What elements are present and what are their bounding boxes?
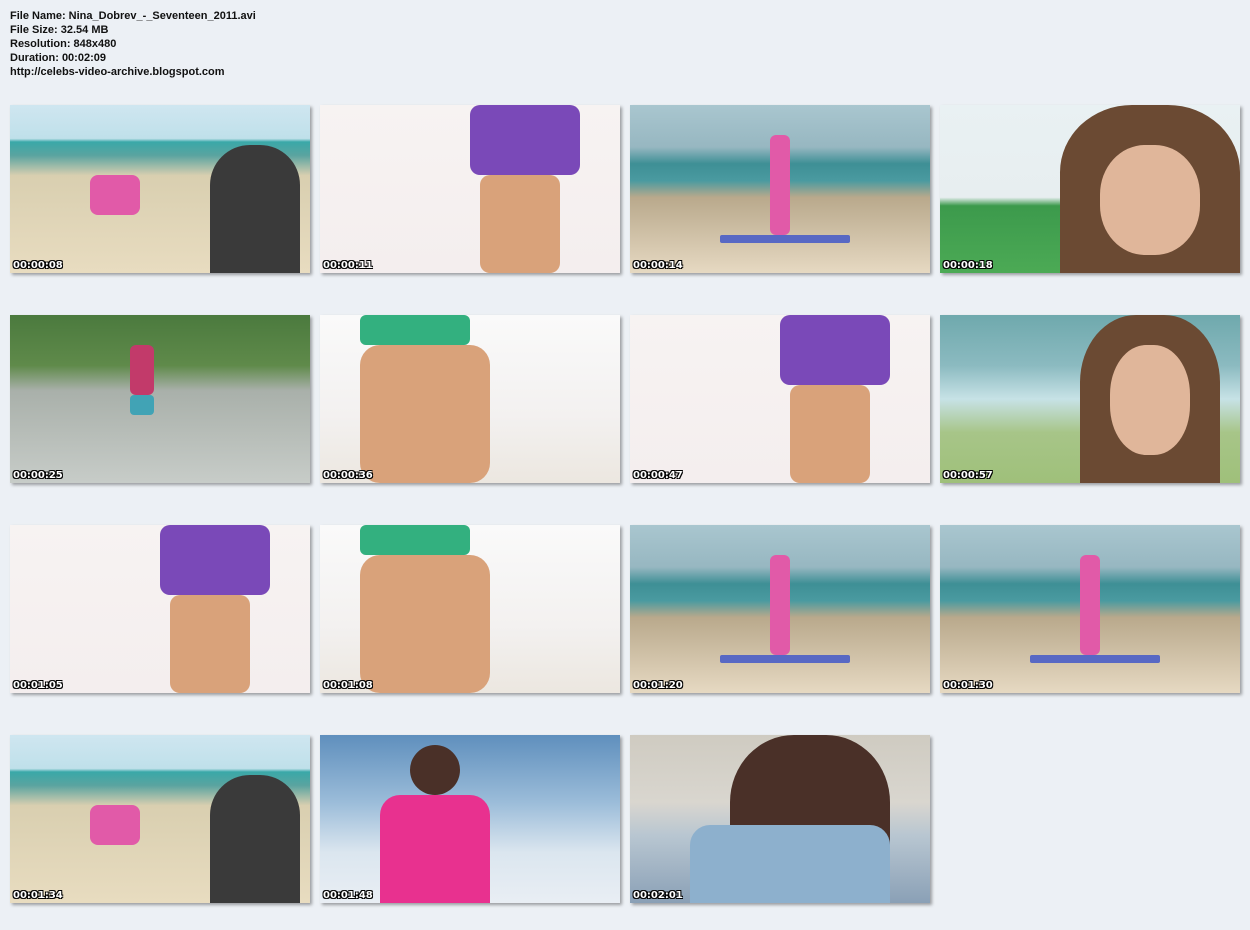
- scene-figure-shape: [780, 315, 890, 385]
- video-thumbnail[interactable]: 00:00:25: [10, 315, 310, 483]
- video-thumbnail[interactable]: 00:02:01: [630, 735, 930, 903]
- scene-figure-shape: [1080, 555, 1100, 655]
- thumbnail-image: [630, 315, 930, 483]
- thumbnail-timestamp: 00:01:08: [323, 680, 373, 691]
- thumbnail-image: [320, 315, 620, 483]
- thumbnail-timestamp: 00:01:48: [323, 890, 373, 901]
- video-thumbnail[interactable]: 00:01:05: [10, 525, 310, 693]
- scene-figure-shape: [480, 175, 560, 273]
- scene-figure-shape: [360, 345, 490, 483]
- scene-figure-shape: [360, 525, 470, 555]
- scene-figure-shape: [1030, 655, 1160, 663]
- scene-figure-shape: [210, 775, 300, 903]
- thumbnail-timestamp: 00:01:30: [943, 680, 993, 691]
- thumbnail-image: [10, 105, 310, 273]
- scene-figure-shape: [90, 175, 140, 215]
- scene-figure-shape: [130, 345, 154, 395]
- scene-figure-shape: [770, 135, 790, 235]
- scene-figure-shape: [720, 655, 850, 663]
- thumbnail-timestamp: 00:00:11: [323, 260, 373, 271]
- thumbnail-image: [10, 525, 310, 693]
- video-thumbnail[interactable]: 00:00:36: [320, 315, 620, 483]
- video-thumbnail[interactable]: 00:01:48: [320, 735, 620, 903]
- video-thumbnail[interactable]: 00:00:18: [940, 105, 1240, 273]
- video-thumbnail[interactable]: 00:01:20: [630, 525, 930, 693]
- scene-figure-shape: [210, 145, 300, 273]
- thumbnail-timestamp: 00:01:34: [13, 890, 63, 901]
- scene-figure-shape: [690, 825, 890, 903]
- scene-figure-shape: [360, 555, 490, 693]
- scene-figure-shape: [380, 795, 490, 903]
- video-thumbnail[interactable]: 00:00:57: [940, 315, 1240, 483]
- thumbnail-image: [10, 315, 310, 483]
- thumbnail-image: [940, 105, 1240, 273]
- thumbnail-timestamp: 00:01:20: [633, 680, 683, 691]
- thumbnail-image: [630, 525, 930, 693]
- thumbnail-image: [630, 735, 930, 903]
- thumbnail-timestamp: 00:00:25: [13, 470, 63, 481]
- scene-figure-shape: [360, 315, 470, 345]
- scene-figure-shape: [90, 805, 140, 845]
- thumbnail-grid: 00:00:08 00:00:11 00:00:14 00:00:18 00:00:25…: [10, 105, 1240, 903]
- thumbnail-timestamp: 00:00:14: [633, 260, 683, 271]
- file-info-panel: File Name: Nina_Dobrev_-_Seventeen_2011.…: [10, 9, 256, 79]
- thumbnail-timestamp: 00:00:18: [943, 260, 993, 271]
- resolution-text: Resolution: 848x480: [10, 38, 117, 50]
- scene-figure-shape: [470, 105, 580, 175]
- thumbnail-timestamp: 00:02:01: [633, 890, 683, 901]
- thumbnail-image: [10, 735, 310, 903]
- video-thumbnail[interactable]: 00:00:47: [630, 315, 930, 483]
- video-thumbnail[interactable]: 00:01:08: [320, 525, 620, 693]
- thumbnail-timestamp: 00:00:36: [323, 470, 373, 481]
- scene-figure-shape: [130, 395, 154, 415]
- thumbnail-timestamp: 00:00:47: [633, 470, 683, 481]
- thumbnail-image: [940, 315, 1240, 483]
- video-thumbnail[interactable]: 00:00:14: [630, 105, 930, 273]
- scene-figure-shape: [770, 555, 790, 655]
- duration-text: Duration: 00:02:09: [10, 52, 106, 64]
- thumbnail-image: [630, 105, 930, 273]
- file-name-text: File Name: Nina_Dobrev_-_Seventeen_2011.…: [10, 10, 256, 22]
- thumbnail-timestamp: 00:01:05: [13, 680, 63, 691]
- scene-figure-shape: [1110, 345, 1190, 455]
- scene-figure-shape: [410, 745, 460, 795]
- thumbnail-timestamp: 00:00:08: [13, 260, 63, 271]
- thumbnail-image: [320, 525, 620, 693]
- thumbnail-image: [320, 105, 620, 273]
- video-thumbnail[interactable]: 00:00:08: [10, 105, 310, 273]
- video-thumbnail[interactable]: 00:00:11: [320, 105, 620, 273]
- thumbnail-image: [320, 735, 620, 903]
- scene-figure-shape: [790, 385, 870, 483]
- scene-figure-shape: [720, 235, 850, 243]
- scene-figure-shape: [170, 595, 250, 693]
- scene-figure-shape: [1100, 145, 1200, 255]
- thumbnail-image: [940, 525, 1240, 693]
- thumbnail-timestamp: 00:00:57: [943, 470, 993, 481]
- video-thumbnail[interactable]: 00:01:34: [10, 735, 310, 903]
- source-url-text: http://celebs-video-archive.blogspot.com: [10, 66, 225, 78]
- file-size-text: File Size: 32.54 MB: [10, 24, 109, 36]
- scene-figure-shape: [160, 525, 270, 595]
- video-thumbnail[interactable]: 00:01:30: [940, 525, 1240, 693]
